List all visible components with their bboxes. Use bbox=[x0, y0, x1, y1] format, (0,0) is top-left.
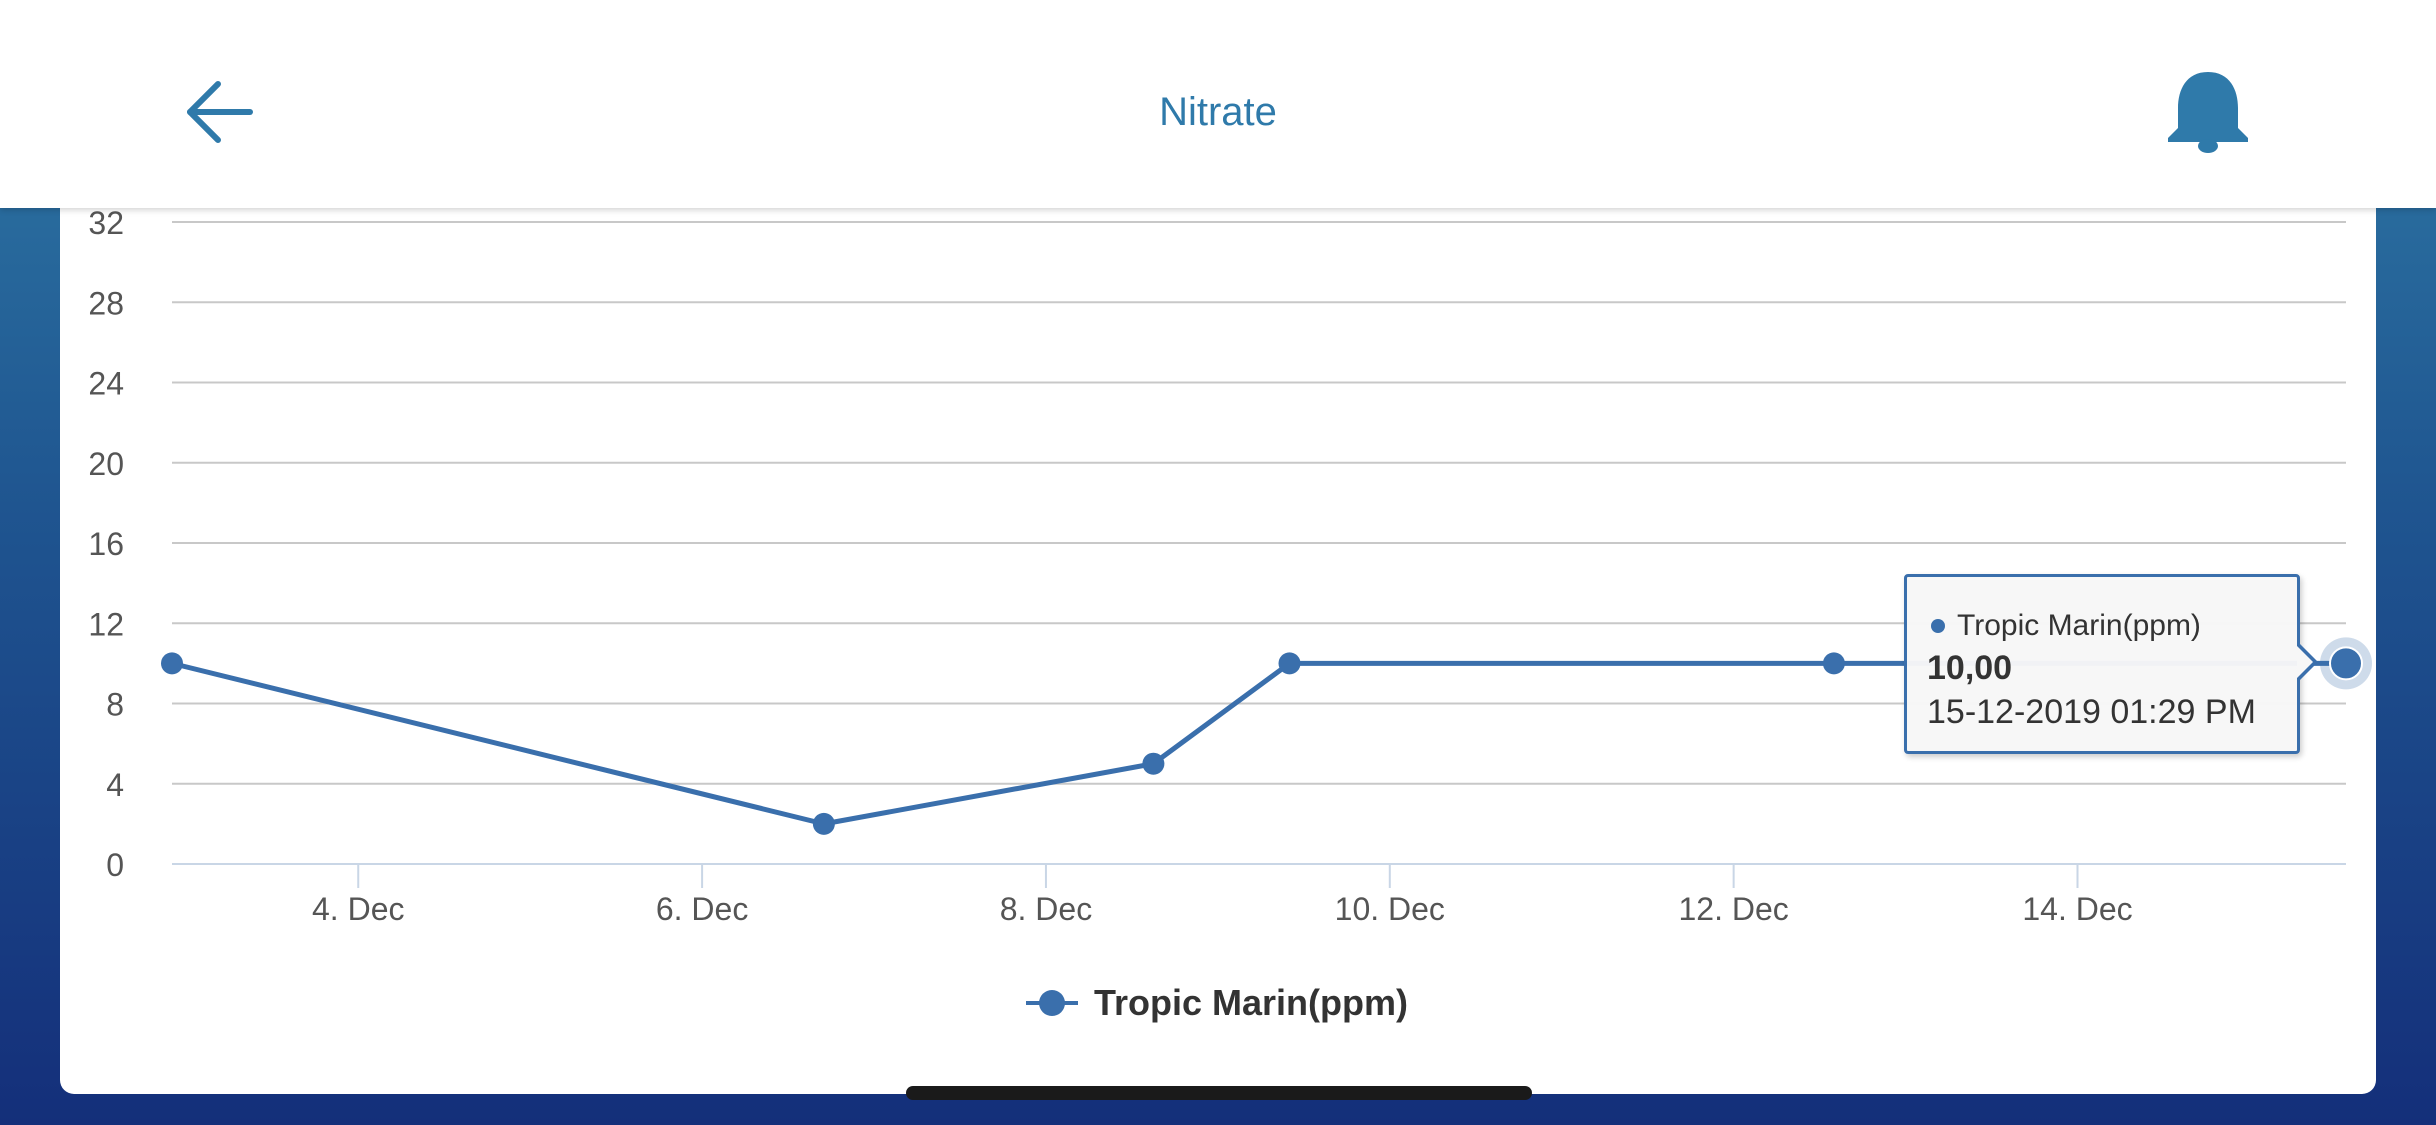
tooltip-series-name: Tropic Marin(ppm) bbox=[1957, 609, 2201, 642]
y-tick-label: 32 bbox=[88, 205, 124, 241]
tooltip-arrow-inner bbox=[2297, 646, 2313, 678]
x-tick-label: 10. Dec bbox=[1335, 891, 1445, 927]
data-point bbox=[1278, 652, 1301, 675]
chart-legend-item[interactable]: Tropic Marin(ppm) bbox=[1026, 978, 1408, 1028]
tooltip-series: Tropic Marin(ppm) bbox=[1931, 609, 2201, 643]
data-point bbox=[1142, 752, 1165, 775]
tooltip-series-dot bbox=[1931, 619, 1945, 633]
notifications-button[interactable] bbox=[2160, 64, 2256, 160]
page-title: Nitrate bbox=[1159, 90, 1277, 134]
legend-symbol bbox=[1026, 988, 1078, 1018]
bell-icon bbox=[2168, 72, 2248, 153]
back-button[interactable] bbox=[180, 70, 270, 154]
home-indicator bbox=[906, 1086, 1532, 1100]
legend-label: Tropic Marin(ppm) bbox=[1094, 982, 1408, 1023]
y-tick-label: 16 bbox=[88, 526, 124, 562]
y-tick-label: 8 bbox=[106, 687, 124, 723]
tooltip-value: 10,00 bbox=[1927, 649, 2013, 687]
y-tick-label: 0 bbox=[106, 847, 124, 883]
y-tick-label: 12 bbox=[88, 606, 124, 642]
data-point bbox=[161, 652, 183, 675]
x-tick-label: 6. Dec bbox=[656, 891, 748, 927]
y-tick-label: 4 bbox=[106, 767, 124, 803]
x-tick-label: 12. Dec bbox=[1679, 891, 1789, 927]
chart-tooltip: Tropic Marin(ppm) 10,00 15-12-2019 01:29… bbox=[1904, 574, 2300, 754]
y-tick-label: 24 bbox=[88, 366, 124, 402]
tooltip-date: 15-12-2019 01:29 PM bbox=[1927, 693, 2256, 731]
data-point bbox=[1822, 652, 1845, 675]
x-tick-label: 4. Dec bbox=[312, 891, 404, 927]
x-tick-label: 8. Dec bbox=[1000, 891, 1092, 927]
top-bar: Nitrate bbox=[0, 0, 2436, 208]
y-tick-label: 20 bbox=[88, 446, 124, 482]
arrow-left-icon bbox=[187, 81, 253, 143]
data-point bbox=[812, 812, 835, 835]
y-tick-label: 28 bbox=[88, 285, 124, 321]
x-tick-label: 14. Dec bbox=[2022, 891, 2132, 927]
data-point-hovered bbox=[2329, 646, 2363, 681]
